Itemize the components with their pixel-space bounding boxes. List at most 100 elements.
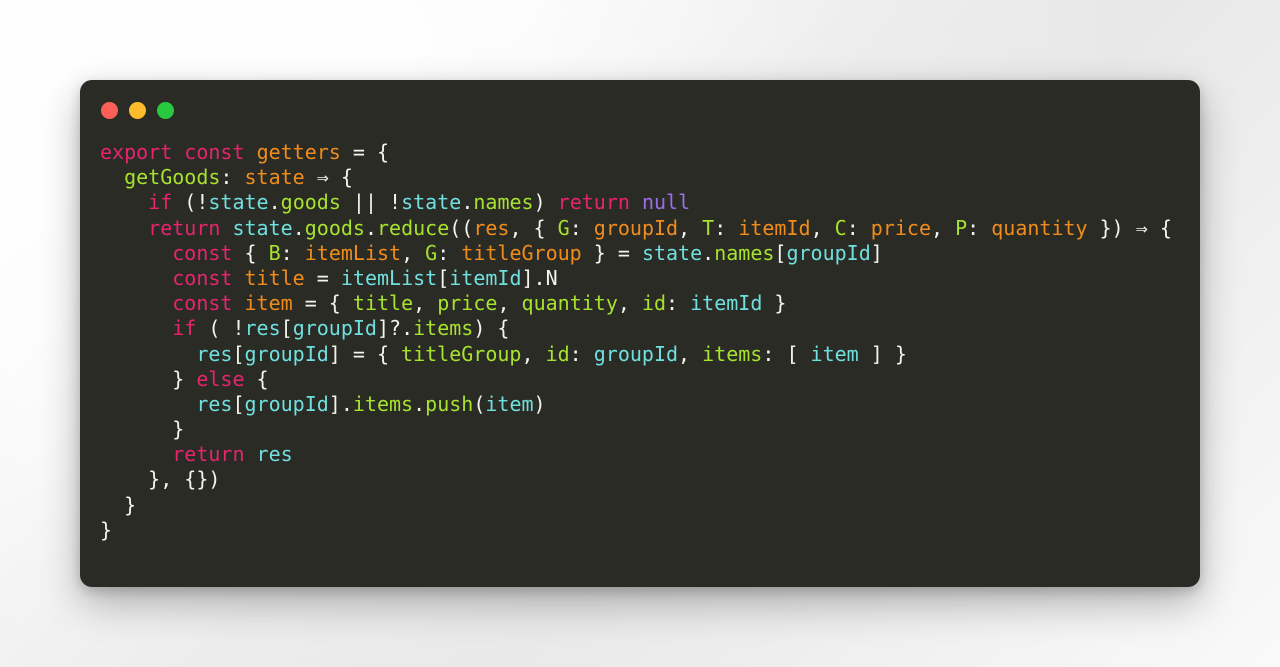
- code-token: {: [232, 240, 269, 265]
- code-snippet-window: export const getters = { getGoods: state…: [80, 80, 1200, 587]
- code-token: :: [437, 240, 462, 265]
- code-token: = {: [340, 140, 390, 164]
- code-token: itemId: [738, 215, 811, 240]
- code-token: const: [172, 240, 233, 265]
- code-token: id: [545, 341, 570, 366]
- code-token: state: [401, 190, 462, 215]
- code-token: [: [437, 265, 450, 290]
- code-token: if: [172, 316, 197, 341]
- code-token: const: [172, 291, 233, 316]
- code-token: .: [292, 215, 305, 240]
- code-token: :: [967, 215, 992, 240]
- code-token: getGoods: [124, 165, 221, 190]
- code-token: state: [232, 215, 293, 240]
- code-token: state: [208, 190, 269, 215]
- code-token: ( !: [196, 316, 245, 341]
- code-token: ) {: [473, 316, 510, 341]
- code-token: B: [268, 240, 281, 265]
- code-token: T: [702, 215, 715, 240]
- code-token: N: [545, 265, 558, 290]
- code-token: title: [244, 265, 305, 290]
- code-token: G: [557, 215, 570, 240]
- code-token: res: [196, 391, 233, 416]
- code-token: items: [413, 316, 474, 341]
- code-token: ].: [328, 391, 353, 416]
- code-line: export const getters = {: [100, 140, 1200, 165]
- code-token: titleGroup: [401, 341, 522, 366]
- code-line: if (!state.goods || !state.names) return…: [100, 190, 1200, 215]
- code-line: }: [100, 493, 1200, 518]
- code-token: ,: [521, 341, 546, 366]
- code-area[interactable]: export const getters = { getGoods: state…: [80, 140, 1200, 543]
- code-token: groupId: [244, 341, 329, 366]
- code-token: =: [304, 265, 341, 290]
- code-token: :: [569, 341, 594, 366]
- code-token: ]?.: [376, 316, 414, 341]
- code-token: {: [328, 165, 353, 190]
- code-token: ): [533, 190, 558, 215]
- code-token: :: [220, 165, 245, 190]
- code-token: quantity: [521, 291, 618, 316]
- code-token: [: [232, 341, 245, 366]
- code-token: }: [100, 517, 113, 542]
- code-token: }: [762, 291, 787, 316]
- code-token: ,: [497, 291, 522, 316]
- code-token: }: [100, 417, 185, 442]
- code-token: ].: [521, 265, 546, 290]
- code-token: }, {}): [100, 467, 221, 492]
- code-block[interactable]: export const getters = { getGoods: state…: [100, 140, 1200, 543]
- code-token: quantity: [991, 215, 1088, 240]
- code-token: return: [557, 190, 630, 215]
- code-token: :: [666, 291, 691, 316]
- code-token: names: [473, 190, 534, 215]
- code-line: const { B: itemList, G: titleGroup } = s…: [100, 241, 1200, 266]
- code-token: }): [1087, 215, 1136, 240]
- code-token: :: [846, 215, 871, 240]
- code-token: title: [352, 291, 414, 316]
- code-token: ⇒: [1135, 215, 1148, 240]
- code-token: names: [714, 240, 775, 265]
- code-line: getGoods: state ⇒ {: [100, 165, 1200, 190]
- code-token: goods: [280, 190, 341, 215]
- code-token: itemList: [340, 265, 438, 290]
- maximize-button-dot[interactable]: [157, 101, 174, 119]
- code-token: groupId: [292, 316, 377, 341]
- minimize-button-dot[interactable]: [129, 101, 146, 119]
- close-button-dot[interactable]: [101, 101, 118, 119]
- code-token: goods: [304, 215, 365, 240]
- code-token: groupId: [593, 341, 679, 366]
- code-token: :: [280, 240, 305, 265]
- code-token: else: [196, 366, 245, 391]
- code-token: groupId: [786, 240, 871, 265]
- code-token: groupId: [244, 391, 329, 416]
- code-line: } else {: [100, 367, 1200, 392]
- code-line: if ( !res[groupId]?.items) {: [100, 316, 1200, 341]
- code-token: null: [641, 190, 691, 215]
- code-line: const title = itemList[itemId].N: [100, 266, 1200, 291]
- code-token: id: [641, 291, 667, 316]
- code-line: return state.goods.reduce((res, { G: gro…: [100, 216, 1200, 241]
- code-token: [: [232, 391, 245, 416]
- code-token: res: [196, 341, 233, 366]
- screenshot-stage: export const getters = { getGoods: state…: [0, 0, 1280, 667]
- code-token: return: [172, 442, 245, 467]
- code-token: price: [437, 291, 498, 316]
- code-token: const: [172, 265, 233, 290]
- code-token: ,: [401, 240, 426, 265]
- code-token: (: [473, 391, 486, 416]
- code-token: || !: [340, 190, 402, 215]
- window-titlebar: [80, 80, 1200, 140]
- code-token: res: [244, 316, 281, 341]
- code-token: {: [1147, 215, 1172, 240]
- code-line: }: [100, 518, 1200, 543]
